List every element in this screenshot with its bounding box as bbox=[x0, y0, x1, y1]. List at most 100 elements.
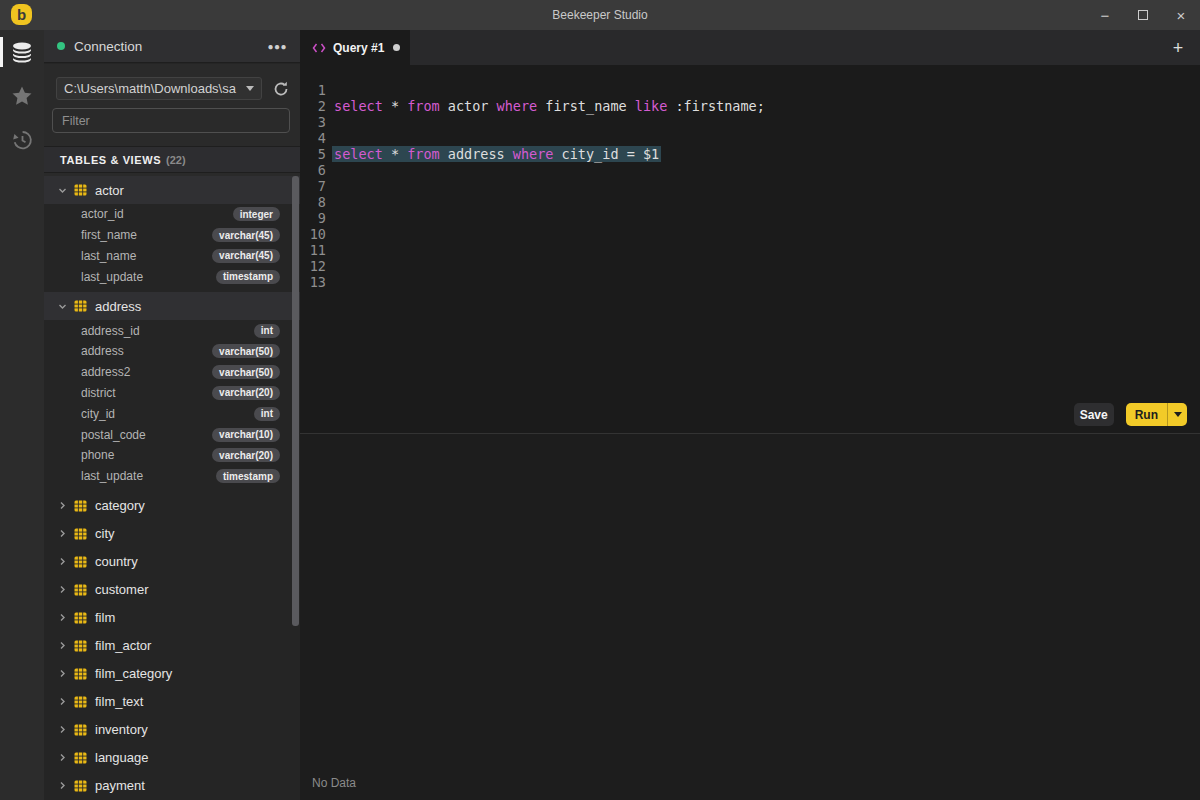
window-controls: − × bbox=[1086, 0, 1200, 30]
table-item-actor[interactable]: actor bbox=[44, 176, 300, 204]
code-area: 1 2 select * from actor where first_name… bbox=[300, 82, 767, 290]
column-item[interactable]: city_id int bbox=[44, 403, 300, 424]
column-name: postal_code bbox=[81, 428, 212, 442]
table-grid-icon bbox=[74, 184, 87, 196]
connection-status-dot bbox=[57, 42, 65, 50]
sidebar-item-tables[interactable] bbox=[0, 30, 44, 74]
column-name: last_update bbox=[81, 469, 216, 483]
tables-section-title: TABLES & VIEWS bbox=[60, 154, 161, 166]
main-panel: Query #1 + 1 2 select * from actor where… bbox=[300, 30, 1200, 800]
table-item-language[interactable]: language bbox=[44, 744, 300, 772]
connection-header[interactable]: Connection ●●● bbox=[44, 30, 300, 63]
table-item-film_text[interactable]: film_text bbox=[44, 688, 300, 716]
code-line: 9 bbox=[300, 210, 767, 226]
table-item-film[interactable]: film bbox=[44, 604, 300, 632]
app-logo-icon: b bbox=[11, 4, 32, 25]
save-button[interactable]: Save bbox=[1074, 403, 1114, 426]
connection-menu-button[interactable]: ●●● bbox=[267, 41, 287, 52]
column-type-badge: timestamp bbox=[216, 270, 280, 284]
sidebar-item-history[interactable] bbox=[0, 118, 44, 162]
minimize-button[interactable]: − bbox=[1086, 0, 1124, 30]
line-number: 4 bbox=[300, 130, 326, 146]
tables-section-header: TABLES & VIEWS (22) bbox=[44, 146, 300, 173]
connection-label: Connection bbox=[74, 39, 267, 54]
unsaved-dot-icon bbox=[393, 44, 400, 51]
chevron-right-icon bbox=[58, 557, 67, 566]
table-item-city[interactable]: city bbox=[44, 520, 300, 548]
tab-label: Query #1 bbox=[333, 41, 384, 55]
sidebar-scrollbar[interactable] bbox=[292, 176, 299, 626]
column-type-badge: int bbox=[254, 324, 280, 338]
run-options-button[interactable] bbox=[1167, 403, 1187, 426]
filter-input[interactable]: Filter bbox=[52, 108, 290, 133]
column-item[interactable]: actor_id integer bbox=[44, 204, 300, 225]
table-name: actor bbox=[95, 183, 124, 198]
table-name: inventory bbox=[95, 722, 148, 737]
column-type-badge: integer bbox=[233, 207, 280, 221]
code-line: 6 bbox=[300, 162, 767, 178]
table-item-payment[interactable]: payment bbox=[44, 772, 300, 800]
table-grid-icon bbox=[74, 584, 87, 596]
table-item-address[interactable]: address bbox=[44, 292, 300, 320]
tab-query-1[interactable]: Query #1 bbox=[300, 30, 410, 65]
chevron-down-icon bbox=[246, 86, 254, 91]
column-item[interactable]: last_update timestamp bbox=[44, 466, 300, 487]
refresh-icon[interactable] bbox=[272, 80, 290, 98]
table-name: film_actor bbox=[95, 638, 151, 653]
table-item-inventory[interactable]: inventory bbox=[44, 716, 300, 744]
table-name: category bbox=[95, 498, 145, 513]
sidebar-item-favorites[interactable] bbox=[0, 74, 44, 118]
code-line: 4 bbox=[300, 130, 767, 146]
table-grid-icon bbox=[74, 640, 87, 652]
maximize-button[interactable] bbox=[1124, 0, 1162, 30]
line-number: 6 bbox=[300, 162, 326, 178]
table-grid-icon bbox=[74, 528, 87, 540]
code-line: 10 bbox=[300, 226, 767, 242]
column-type-badge: int bbox=[254, 407, 280, 421]
column-item[interactable]: phone varchar(20) bbox=[44, 445, 300, 466]
code-line: 12 bbox=[300, 258, 767, 274]
line-number: 2 bbox=[300, 98, 326, 114]
column-item[interactable]: last_update timestamp bbox=[44, 266, 300, 287]
sql-editor[interactable]: 1 2 select * from actor where first_name… bbox=[300, 65, 1200, 433]
table-item-film_actor[interactable]: film_actor bbox=[44, 632, 300, 660]
sidebar: Connection ●●● C:\Users\matth\Downloads\… bbox=[44, 30, 300, 800]
column-name: address bbox=[81, 344, 212, 358]
database-file-select[interactable]: C:\Users\matth\Downloads\sa bbox=[56, 77, 262, 100]
column-item[interactable]: last_name varchar(45) bbox=[44, 246, 300, 267]
column-type-badge: varchar(20) bbox=[212, 448, 280, 462]
line-number: 11 bbox=[300, 242, 326, 258]
database-icon bbox=[10, 40, 34, 64]
table-item-customer[interactable]: customer bbox=[44, 576, 300, 604]
chevron-down-icon bbox=[1174, 412, 1182, 417]
column-name: phone bbox=[81, 448, 212, 462]
chevron-down-icon bbox=[58, 186, 67, 195]
window-title: Beekeeper Studio bbox=[0, 8, 1200, 22]
column-item[interactable]: district varchar(20) bbox=[44, 383, 300, 404]
table-name: film_category bbox=[95, 666, 172, 681]
chevron-right-icon bbox=[58, 529, 67, 538]
new-tab-button[interactable]: + bbox=[1166, 36, 1190, 60]
column-item[interactable]: address varchar(50) bbox=[44, 341, 300, 362]
table-item-category[interactable]: category bbox=[44, 492, 300, 520]
column-name: address2 bbox=[81, 365, 212, 379]
table-item-film_category[interactable]: film_category bbox=[44, 660, 300, 688]
close-button[interactable]: × bbox=[1162, 0, 1200, 30]
code-line: 11 bbox=[300, 242, 767, 258]
chevron-right-icon bbox=[58, 781, 67, 790]
column-item[interactable]: address_id int bbox=[44, 320, 300, 341]
line-number: 7 bbox=[300, 178, 326, 194]
table-grid-icon bbox=[74, 752, 87, 764]
table-item-country[interactable]: country bbox=[44, 548, 300, 576]
code-line: 7 bbox=[300, 178, 767, 194]
table-name: language bbox=[95, 750, 149, 765]
column-name: last_name bbox=[81, 249, 212, 263]
column-item[interactable]: first_name varchar(45) bbox=[44, 225, 300, 246]
run-button[interactable]: Run bbox=[1126, 403, 1167, 426]
column-item[interactable]: address2 varchar(50) bbox=[44, 362, 300, 383]
column-item[interactable]: postal_code varchar(10) bbox=[44, 424, 300, 445]
editor-actions: Save Run bbox=[1074, 403, 1187, 426]
table-grid-icon bbox=[74, 300, 87, 312]
column-type-badge: varchar(45) bbox=[212, 228, 280, 242]
line-number: 9 bbox=[300, 210, 326, 226]
